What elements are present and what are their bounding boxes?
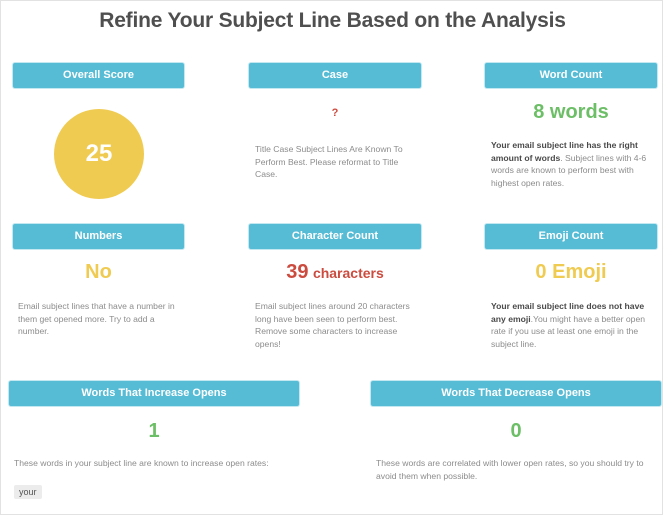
increase-words-header: Words That Increase Opens bbox=[9, 381, 299, 406]
increase-words-card: Words That Increase Opens 1 These words … bbox=[9, 381, 299, 506]
emoji-count-card: Emoji Count 0 Emoji Your email subject l… bbox=[485, 224, 657, 354]
numbers-value: No bbox=[85, 261, 112, 283]
character-count-card: Character Count 39 characters Email subj… bbox=[249, 224, 421, 354]
case-description: Title Case Subject Lines Are Known To Pe… bbox=[255, 144, 403, 179]
character-count-description: Email subject lines around 20 characters… bbox=[255, 301, 410, 349]
word-count-description: Your email subject line has the right am… bbox=[491, 139, 653, 189]
character-count-header: Character Count bbox=[249, 224, 421, 249]
increase-words-description: These words in your subject line are kno… bbox=[14, 458, 269, 468]
word-count-header: Word Count bbox=[485, 63, 657, 88]
character-count-value: 39 characters bbox=[249, 261, 421, 284]
overall-score-header: Overall Score bbox=[13, 63, 184, 88]
case-value: ? bbox=[331, 107, 339, 119]
overall-score-card: Overall Score 25 bbox=[13, 63, 184, 203]
overall-score-value: 25 bbox=[85, 140, 113, 167]
word-count-value: 8 words bbox=[533, 101, 609, 123]
numbers-header: Numbers bbox=[13, 224, 184, 249]
decrease-words-header: Words That Decrease Opens bbox=[371, 381, 661, 406]
increase-word-chip: your bbox=[14, 485, 42, 499]
increase-words-value: 1 bbox=[148, 420, 160, 442]
decrease-words-card: Words That Decrease Opens 0 These words … bbox=[371, 381, 661, 501]
analysis-panel: Refine Your Subject Line Based on the An… bbox=[0, 0, 663, 515]
decrease-words-description: These words are correlated with lower op… bbox=[376, 458, 644, 481]
word-count-card: Word Count 8 words Your email subject li… bbox=[485, 63, 657, 193]
case-header: Case bbox=[249, 63, 421, 88]
numbers-card: Numbers No Email subject lines that have… bbox=[13, 224, 184, 344]
emoji-count-description: Your email subject line does not have an… bbox=[491, 300, 655, 350]
page-title: Refine Your Subject Line Based on the An… bbox=[99, 9, 566, 32]
decrease-words-value: 0 bbox=[510, 420, 522, 442]
overall-score-circle: 25 bbox=[54, 109, 144, 199]
numbers-description: Email subject lines that have a number i… bbox=[18, 301, 175, 336]
emoji-count-header: Emoji Count bbox=[485, 224, 657, 249]
case-card: Case ? Title Case Subject Lines Are Know… bbox=[249, 63, 421, 193]
character-count-number: 39 bbox=[286, 261, 309, 283]
character-count-unit: characters bbox=[312, 265, 384, 281]
emoji-count-value: 0 Emoji bbox=[535, 261, 607, 283]
